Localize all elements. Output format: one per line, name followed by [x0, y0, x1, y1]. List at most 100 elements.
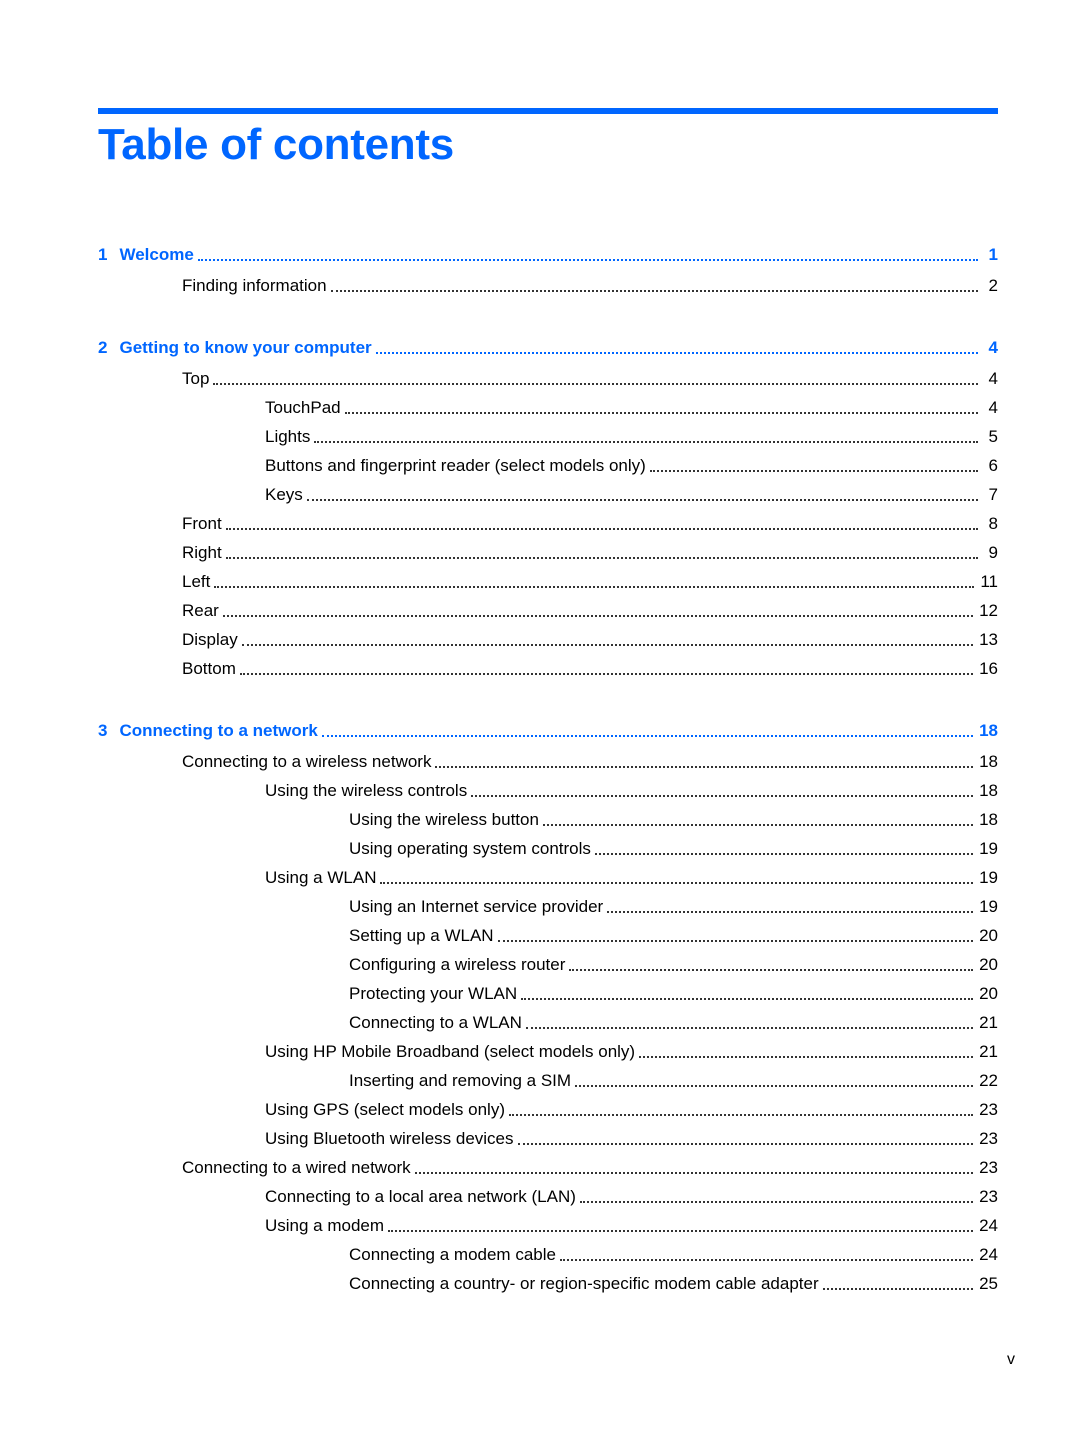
toc-page-number: 7	[988, 485, 998, 504]
toc-page-number: 2	[988, 276, 998, 295]
dot-leader	[306, 499, 978, 501]
toc-page-number: 8	[988, 514, 998, 533]
dot-leader	[559, 1259, 974, 1261]
toc-entry[interactable]: Using GPS (select models only) 23	[98, 1099, 998, 1121]
dot-leader	[222, 615, 974, 617]
toc-page-number: 24	[979, 1216, 998, 1235]
title-rule	[98, 108, 998, 114]
dot-leader	[435, 766, 974, 768]
toc-entry[interactable]: Connecting to a local area network (LAN)…	[98, 1186, 998, 1208]
toc-entry-label: Using operating system controls	[349, 838, 595, 860]
toc-page-number: 24	[979, 1245, 998, 1264]
dot-leader	[569, 969, 974, 971]
toc-entry[interactable]: Using a modem 24	[98, 1215, 998, 1237]
toc-entry-label: Using the wireless button	[349, 809, 543, 831]
toc-entry[interactable]: Connecting to a wireless network 18	[98, 751, 998, 773]
toc-entry[interactable]: Front 8	[98, 513, 998, 535]
toc-entry-label: Connecting a country- or region-specific…	[349, 1273, 823, 1295]
toc-entry-label: Left	[182, 571, 215, 593]
dot-leader	[525, 1027, 974, 1029]
toc-page-number: 4	[988, 369, 998, 388]
toc-page-number: 20	[979, 984, 998, 1003]
toc-entry[interactable]: Using operating system controls 19	[98, 838, 998, 860]
toc-entry[interactable]: Lights 5	[98, 426, 998, 448]
toc-entry[interactable]: Keys 7	[98, 484, 998, 506]
toc-entry-label: Using a WLAN	[265, 867, 381, 889]
dot-leader	[197, 259, 978, 261]
toc-page-number: 21	[979, 1013, 998, 1032]
toc-entry[interactable]: Connecting a country- or region-specific…	[98, 1273, 998, 1295]
toc-entry[interactable]: Connecting to a WLAN 21	[98, 1012, 998, 1034]
toc-chapter-entry[interactable]: 1 Welcome 1	[98, 244, 998, 266]
toc-page-number: 19	[979, 868, 998, 887]
toc-entry-label: Protecting your WLAN	[349, 983, 522, 1005]
toc-entry[interactable]: Protecting your WLAN 20	[98, 983, 998, 1005]
toc-chapter-entry[interactable]: 3 Connecting to a network 18	[98, 720, 998, 742]
toc-entry-label: TouchPad	[265, 397, 345, 419]
toc-page-number: 20	[979, 926, 998, 945]
toc-entry-label: Bottom	[182, 658, 240, 680]
dot-leader	[225, 557, 978, 559]
toc-entry[interactable]: Connecting a modem cable 24	[98, 1244, 998, 1266]
dot-leader	[344, 412, 978, 414]
toc-entry[interactable]: Right 9	[98, 542, 998, 564]
dot-leader	[375, 352, 978, 354]
toc-entry[interactable]: Using a WLAN 19	[98, 867, 998, 889]
toc-entry[interactable]: TouchPad 4	[98, 397, 998, 419]
toc-page-number: 5	[988, 427, 998, 446]
toc-entry[interactable]: Inserting and removing a SIM 22	[98, 1070, 998, 1092]
toc-page-number: 4	[988, 338, 998, 357]
dot-leader	[542, 824, 974, 826]
chapter-number: 1	[98, 245, 108, 264]
toc-page-number: 13	[979, 630, 998, 649]
toc-entry-label: Connecting a modem cable	[349, 1244, 560, 1266]
toc-entry[interactable]: Using the wireless button 18	[98, 809, 998, 831]
toc-page-number: 4	[988, 398, 998, 417]
toc-entry-label: Using HP Mobile Broadband (select models…	[265, 1041, 640, 1063]
toc-page-number: 23	[979, 1187, 998, 1206]
dot-leader	[330, 290, 978, 292]
toc-entry[interactable]: Top 4	[98, 368, 998, 390]
dot-leader	[321, 735, 974, 737]
toc-entry[interactable]: Using an Internet service provider 19	[98, 896, 998, 918]
toc-page-number: 19	[979, 839, 998, 858]
toc-entry-label: Rear	[182, 600, 223, 622]
toc-page-number: 9	[988, 543, 998, 562]
toc-entry[interactable]: Setting up a WLAN 20	[98, 925, 998, 947]
toc-entry[interactable]: Connecting to a wired network 23	[98, 1157, 998, 1179]
toc-entry[interactable]: Using the wireless controls 18	[98, 780, 998, 802]
toc-entry-label: Connecting to a WLAN	[349, 1012, 526, 1034]
chapter-title: Welcome	[119, 245, 194, 264]
toc-entry[interactable]: Left 11	[98, 571, 998, 593]
toc-page-number: 21	[979, 1042, 998, 1061]
toc-chapter-entry[interactable]: 2 Getting to know your computer 4	[98, 337, 998, 359]
dot-leader	[388, 1230, 974, 1232]
toc-entry[interactable]: Buttons and fingerprint reader (select m…	[98, 455, 998, 477]
toc-entry[interactable]: Using Bluetooth wireless devices 23	[98, 1128, 998, 1150]
toc-entry-label: Top	[182, 368, 214, 390]
toc-entry-label: Display	[182, 629, 242, 651]
toc-entry-label: Buttons and fingerprint reader (select m…	[265, 455, 650, 477]
toc-entry[interactable]: Finding information 2	[98, 275, 998, 297]
toc-page-number: 18	[979, 752, 998, 771]
dot-leader	[239, 673, 974, 675]
toc-entry-label: Setting up a WLAN	[349, 925, 498, 947]
dot-leader	[214, 586, 975, 588]
dot-leader	[575, 1085, 974, 1087]
toc-entry-label: Using a modem	[265, 1215, 389, 1237]
dot-leader	[639, 1056, 974, 1058]
dot-leader	[380, 882, 974, 884]
toc-entry[interactable]: Display 13	[98, 629, 998, 651]
toc-entry[interactable]: Bottom 16	[98, 658, 998, 680]
page-title: Table of contents	[98, 120, 454, 169]
toc-entry[interactable]: Configuring a wireless router 20	[98, 954, 998, 976]
toc-entry-label: 3 Connecting to a network	[98, 720, 322, 742]
toc-page-number: 11	[980, 572, 998, 591]
toc-page-number: 16	[979, 659, 998, 678]
toc-entry-label: Using an Internet service provider	[349, 896, 608, 918]
toc-entry-label: Using GPS (select models only)	[265, 1099, 509, 1121]
dot-leader	[314, 441, 978, 443]
toc-page-number: 25	[979, 1274, 998, 1293]
toc-entry[interactable]: Using HP Mobile Broadband (select models…	[98, 1041, 998, 1063]
toc-entry[interactable]: Rear 12	[98, 600, 998, 622]
